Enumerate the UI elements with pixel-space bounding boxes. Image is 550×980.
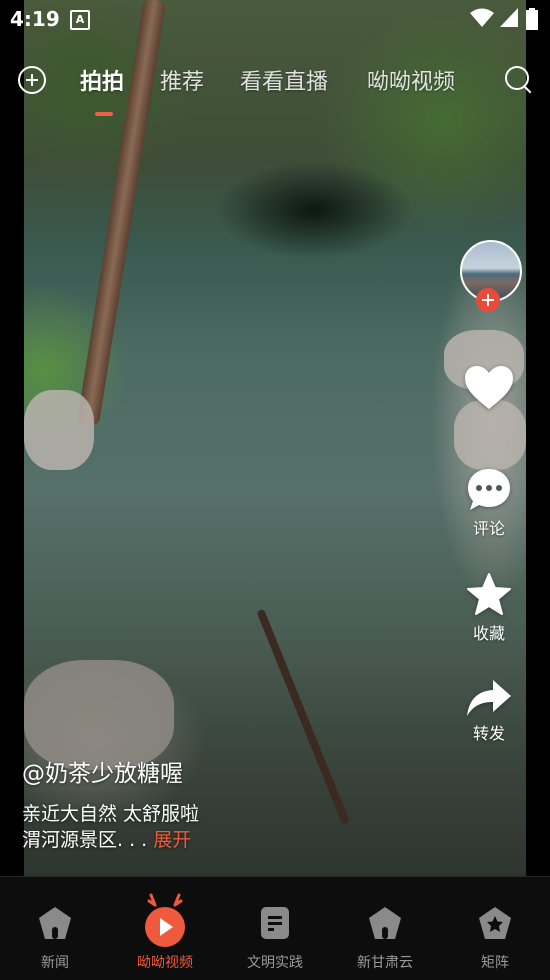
post-caption: 亲近大自然 太舒服啦 渭河源景区. . . 展开 (22, 801, 199, 853)
document-icon (261, 907, 289, 939)
share-button[interactable]: 转发 (459, 678, 519, 744)
caption-line-2: 渭河源景区. . . 展开 (22, 827, 199, 853)
star-icon (467, 573, 511, 615)
nav-news-label: 新闻 (41, 955, 69, 971)
favorite-label: 收藏 (472, 624, 505, 643)
expand-link[interactable]: 展开 (153, 829, 191, 851)
top-nav: 拍拍 推荐 看看直播 呦呦视频 (0, 60, 550, 116)
nav-xin-gansu-cloud[interactable]: 新甘肃云 (330, 877, 440, 980)
nav-civilization-practice[interactable]: 文明实践 (220, 877, 330, 980)
status-time: 4:19 (10, 7, 60, 31)
nav-xin-gansu-cloud-label: 新甘肃云 (357, 955, 413, 971)
status-bar: 4:19 A (0, 0, 550, 36)
nav-matrix-label: 矩阵 (481, 955, 509, 971)
tab-recommend[interactable]: 推荐 (160, 64, 204, 96)
add-icon[interactable] (18, 66, 46, 94)
nav-youyou-video-label: 呦呦视频 (137, 955, 193, 971)
comment-icon (468, 469, 510, 510)
caption-line-1: 亲近大自然 太舒服啦 (22, 803, 200, 825)
star-badge-icon (479, 907, 511, 939)
nav-matrix[interactable]: 矩阵 (440, 877, 550, 980)
pentagon-icon (39, 907, 71, 939)
deer-play-icon (145, 893, 185, 947)
comment-label: 评论 (472, 519, 505, 538)
share-label: 转发 (472, 724, 505, 743)
share-arrow-icon (467, 680, 511, 716)
like-button[interactable] (459, 365, 519, 411)
tab-paipai[interactable]: 拍拍 (80, 64, 124, 96)
heart-icon (465, 366, 513, 409)
follow-button[interactable] (476, 288, 500, 312)
favorite-button[interactable]: 收藏 (459, 572, 519, 644)
author-name[interactable]: @奶茶少放糖喔 (22, 754, 183, 788)
bottom-nav: 新闻 呦呦视频 文明实践 新甘肃云 矩阵 (0, 876, 550, 980)
nav-youyou-video[interactable]: 呦呦视频 (110, 877, 220, 980)
comment-button[interactable]: 评论 (459, 467, 519, 539)
wifi-icon (470, 8, 494, 27)
battery-icon (526, 8, 538, 30)
caption-text: 渭河源景区. . . (22, 829, 154, 851)
tab-live[interactable]: 看看直播 (240, 64, 328, 96)
rock (24, 390, 94, 470)
active-tab-indicator (95, 112, 113, 116)
nav-civilization-practice-label: 文明实践 (247, 955, 303, 971)
nav-news[interactable]: 新闻 (0, 877, 110, 980)
cell-signal-icon (500, 8, 518, 27)
pentagon-icon (369, 907, 401, 939)
submerged-branch (256, 608, 350, 825)
search-icon[interactable] (505, 66, 529, 90)
tab-youyou-video[interactable]: 呦呦视频 (367, 64, 455, 96)
notification-icon: A (70, 10, 90, 30)
